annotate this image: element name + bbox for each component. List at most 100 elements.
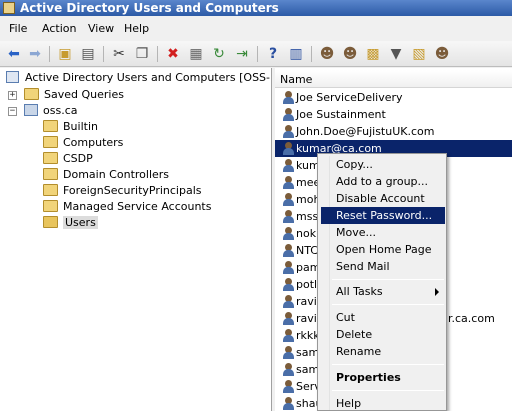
menu-item-add-to-group[interactable]: Add to a group... (321, 173, 445, 190)
tree-domain-controllers[interactable]: Domain Controllers (43, 167, 169, 183)
toolbar: ⬅ ➡ ▣ ▤ ✂ ❐ ✖ ▦ ↻ ⇥ ? ▥ ☻ ☻ ▩ ▼ ▧ ☻ (0, 41, 512, 67)
folder-icon (43, 184, 58, 196)
folder-icon (43, 216, 58, 228)
tree-computers[interactable]: Computers (43, 135, 123, 151)
user-icon (282, 346, 294, 359)
menu-item-open-home-page[interactable]: Open Home Page (321, 241, 445, 258)
menu-separator (332, 304, 444, 305)
user-list-item[interactable]: Joe Sustainment (275, 106, 512, 123)
window-title: Active Directory Users and Computers (20, 1, 279, 15)
user-name: sam (296, 363, 320, 376)
user-name: noki (296, 227, 320, 240)
tree-managed-service-accounts[interactable]: Managed Service Accounts (43, 199, 211, 215)
menu-file[interactable]: File (9, 22, 27, 35)
export-icon[interactable]: ⇥ (233, 45, 251, 63)
menu-item-all-tasks[interactable]: All Tasks (321, 283, 445, 300)
tree-csdp[interactable]: CSDP (43, 151, 93, 167)
app-icon (3, 2, 15, 14)
tree-foreign-security-principals[interactable]: ForeignSecurityPrincipals (43, 183, 202, 199)
user-icon (282, 91, 294, 104)
toolbar-separator (157, 46, 158, 62)
expand-icon[interactable]: + (8, 91, 17, 100)
toolbar-separator (257, 46, 258, 62)
user-icon (282, 312, 294, 325)
new-group-icon[interactable]: ☻ (341, 45, 359, 63)
properties-icon[interactable]: ▦ (187, 45, 205, 63)
user-name: Joe Sustainment (296, 108, 386, 121)
submenu-arrow-icon (435, 288, 439, 296)
menu-action[interactable]: Action (42, 22, 76, 35)
cut-icon[interactable]: ✂ (110, 45, 128, 63)
user-name: Joe ServiceDelivery (296, 91, 403, 104)
menu-item-help[interactable]: Help (321, 395, 445, 411)
folder-icon (43, 120, 58, 132)
filter-icon[interactable]: ▼ (387, 45, 405, 63)
menu-item-move[interactable]: Move... (321, 224, 445, 241)
user-list-item[interactable]: Joe ServiceDelivery (275, 89, 512, 106)
directory-icon (6, 71, 19, 83)
tree-builtin[interactable]: Builtin (43, 119, 98, 135)
menu-help[interactable]: Help (124, 22, 149, 35)
new-ou-icon[interactable]: ▩ (364, 45, 382, 63)
all-tasks-label: All Tasks (336, 285, 383, 298)
delete-icon[interactable]: ✖ (164, 45, 182, 63)
menu-separator (332, 279, 444, 280)
back-icon[interactable]: ⬅ (5, 45, 23, 63)
user-icon (282, 125, 294, 138)
copy-icon[interactable]: ❐ (133, 45, 151, 63)
user-icon (282, 176, 294, 189)
user-list-item[interactable]: John.Doe@FujistuUK.com (275, 123, 512, 140)
user-icon (282, 210, 294, 223)
ou-folder-icon (43, 152, 58, 164)
user-icon (282, 108, 294, 121)
tree-domain[interactable]: oss.ca (24, 103, 77, 119)
user-icon (282, 295, 294, 308)
folder-icon (43, 136, 58, 148)
user-name: potl (296, 278, 318, 291)
title-bar: Active Directory Users and Computers (0, 0, 512, 16)
refresh-icon[interactable]: ↻ (210, 45, 228, 63)
user-name: ravi (296, 295, 317, 308)
column-header-name[interactable]: Name (275, 70, 512, 88)
help-icon[interactable]: ? (264, 45, 282, 63)
context-menu: Copy... Add to a group... Disable Accoun… (317, 153, 447, 411)
tree-saved-queries[interactable]: Saved Queries (24, 87, 124, 103)
show-hide-tree-icon[interactable]: ▤ (79, 45, 97, 63)
find-icon[interactable]: ▧ (410, 45, 428, 63)
folder-icon (43, 200, 58, 212)
user-icon (282, 142, 294, 155)
domain-icon (24, 104, 38, 116)
toolbar-separator (311, 46, 312, 62)
forward-icon[interactable]: ➡ (26, 45, 44, 63)
ou-folder-icon (43, 168, 58, 180)
new-user-icon[interactable]: ☻ (318, 45, 336, 63)
menu-separator (332, 364, 444, 365)
tree-users[interactable]: Users (43, 215, 98, 231)
collapse-icon[interactable]: − (8, 107, 17, 116)
menu-item-rename[interactable]: Rename (321, 343, 445, 360)
menu-item-properties[interactable]: Properties (321, 369, 445, 386)
menu-item-reset-password[interactable]: Reset Password... (321, 207, 445, 224)
user-icon (282, 363, 294, 376)
menu-item-cut[interactable]: Cut (321, 309, 445, 326)
console-icon[interactable]: ▥ (287, 45, 305, 63)
user-icon (282, 380, 294, 393)
toolbar-separator (103, 46, 104, 62)
menu-item-send-mail[interactable]: Send Mail (321, 258, 445, 275)
up-folder-icon[interactable]: ▣ (56, 45, 74, 63)
menu-item-disable-account[interactable]: Disable Account (321, 190, 445, 207)
menu-view[interactable]: View (88, 22, 114, 35)
user-icon (282, 261, 294, 274)
menu-separator (332, 390, 444, 391)
tree-root[interactable]: Active Directory Users and Computers [OS… (6, 70, 271, 86)
user-name: John.Doe@FujistuUK.com (296, 125, 435, 138)
user-icon (282, 278, 294, 291)
add-to-group-icon[interactable]: ☻ (433, 45, 451, 63)
list-item-text-overflow: r.ca.com (448, 312, 495, 325)
menu-item-copy[interactable]: Copy... (321, 156, 445, 173)
user-name: mss (296, 210, 319, 223)
menu-item-delete[interactable]: Delete (321, 326, 445, 343)
user-name: NTC (296, 244, 318, 257)
user-icon (282, 329, 294, 342)
toolbar-separator (49, 46, 50, 62)
